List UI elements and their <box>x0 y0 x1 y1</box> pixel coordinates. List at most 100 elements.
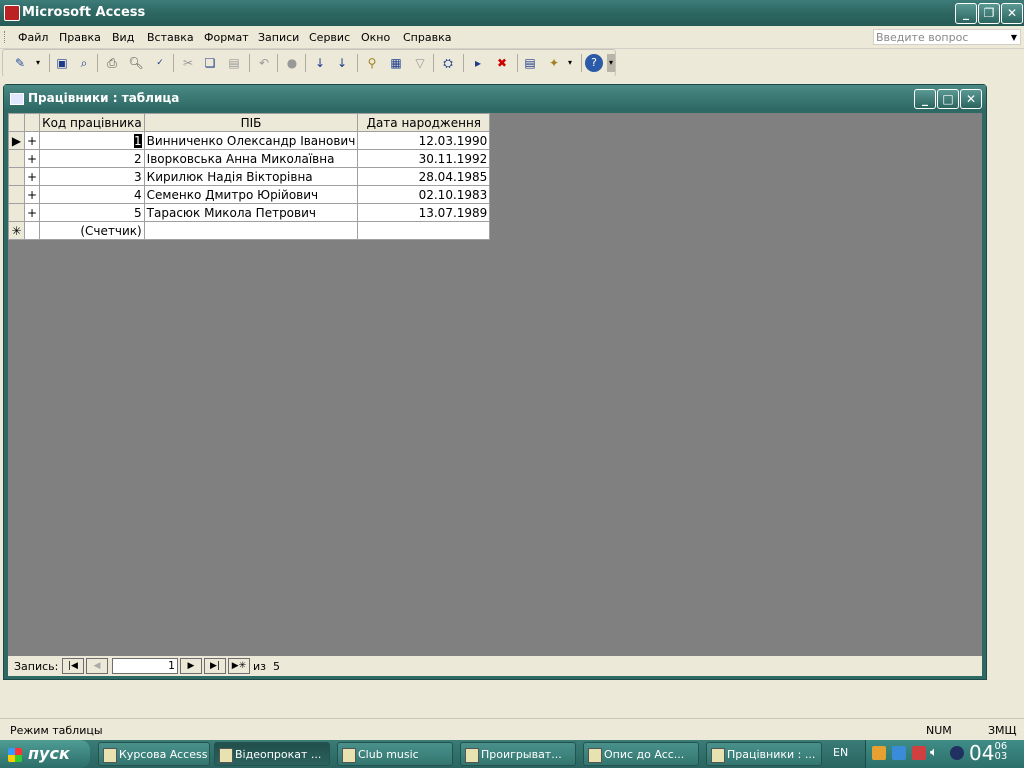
child-close-button[interactable]: ✕ <box>960 89 982 109</box>
search-file-icon[interactable]: ⌕ <box>75 54 93 72</box>
taskbar-item-opys[interactable]: Опис до Acc... <box>583 742 699 766</box>
view-dropdown-icon[interactable]: ▾ <box>29 54 47 72</box>
table-row[interactable]: + 4 Семенко Дмитро Юрійович 02.10.1983 <box>8 185 491 204</box>
new-dob-cell[interactable] <box>357 221 491 240</box>
chevron-down-icon[interactable]: ▼ <box>1011 30 1017 46</box>
undo-icon[interactable]: ↶ <box>255 54 273 72</box>
current-record-icon[interactable]: ▶ <box>8 131 25 150</box>
tray-media-icon[interactable] <box>950 746 964 760</box>
first-record-button[interactable]: |◀ <box>62 658 84 674</box>
taskbar-item-pratsivnyky[interactable]: Працівники : ... <box>706 742 822 766</box>
select-all-cell[interactable] <box>8 113 25 132</box>
menu-edit[interactable]: Правка <box>59 31 101 44</box>
sort-ascending-icon[interactable]: ↓ <box>311 54 329 72</box>
start-button[interactable]: пуск <box>0 740 90 768</box>
filter-by-selection-icon[interactable]: ⚲ <box>363 54 381 72</box>
taskbar-item-player[interactable]: Проигрыват... <box>460 742 576 766</box>
menu-help[interactable]: Справка <box>403 31 451 44</box>
print-icon[interactable]: ⎙ <box>103 54 121 72</box>
sort-descending-icon[interactable]: ↓ <box>333 54 351 72</box>
restore-button[interactable]: ❐ <box>978 3 1000 24</box>
toolbar-options-icon[interactable]: ▾ <box>607 54 615 72</box>
expand-icon[interactable]: + <box>23 131 41 150</box>
clock[interactable]: 0406 03 <box>969 741 1007 765</box>
cell-id[interactable]: 2 <box>39 149 145 168</box>
view-design-icon[interactable]: ✎ <box>11 54 29 72</box>
record-selector[interactable] <box>8 149 25 168</box>
table-row[interactable]: ▶ + 1 Винниченко Олександр Іванович 12.0… <box>8 131 491 150</box>
find-icon[interactable]: ⛭ <box>439 54 457 72</box>
cell-name[interactable]: Семенко Дмитро Юрійович <box>143 185 359 204</box>
ask-question-input[interactable]: Введите вопрос ▼ <box>873 29 1021 45</box>
cell-id[interactable]: 3 <box>39 167 145 186</box>
column-header-id[interactable]: Код працівника <box>39 113 145 132</box>
expand-icon[interactable]: + <box>23 203 41 222</box>
new-id-placeholder[interactable]: (Счетчик) <box>39 221 145 240</box>
menu-window[interactable]: Окно <box>361 31 390 44</box>
print-preview-icon[interactable]: 🔍︎ <box>127 54 145 72</box>
paste-icon[interactable]: ▤ <box>225 54 243 72</box>
record-selector[interactable] <box>8 167 25 186</box>
table-row[interactable]: + 3 Кирилюк Надія Вікторівна 28.04.1985 <box>8 167 491 186</box>
minimize-button[interactable]: _ <box>955 3 977 24</box>
cell-name[interactable]: Винниченко Олександр Іванович <box>143 131 359 150</box>
last-record-button[interactable]: ▶| <box>204 658 226 674</box>
tray-network-icon[interactable] <box>892 746 906 760</box>
taskbar-item-club-music[interactable]: Club music <box>337 742 453 766</box>
next-record-button[interactable]: ▶ <box>180 658 202 674</box>
tray-security-icon[interactable] <box>912 746 926 760</box>
table-row[interactable]: + 2 Іворковська Анна Миколаївна 30.11.19… <box>8 149 491 168</box>
expand-icon[interactable]: + <box>23 149 41 168</box>
previous-record-button[interactable]: ◀ <box>86 658 108 674</box>
table-window-titlebar[interactable]: Працівники : таблица _ □ ✕ <box>4 85 986 111</box>
expand-icon[interactable]: + <box>23 167 41 186</box>
record-selector[interactable] <box>8 185 25 204</box>
cell-id[interactable]: 1 <box>39 131 145 150</box>
database-window-icon[interactable]: ▤ <box>521 54 539 72</box>
child-maximize-button[interactable]: □ <box>937 89 959 109</box>
child-minimize-button[interactable]: _ <box>914 89 936 109</box>
table-row[interactable]: + 5 Тарасюк Микола Петрович 13.07.1989 <box>8 203 491 222</box>
column-header-dob[interactable]: Дата народження <box>357 113 491 132</box>
cell-dob[interactable]: 30.11.1992 <box>357 149 491 168</box>
filter-by-form-icon[interactable]: ▦ <box>387 54 405 72</box>
cell-name[interactable]: Тарасюк Микола Петрович <box>143 203 359 222</box>
menu-tools[interactable]: Сервис <box>309 31 350 44</box>
taskbar-item-videoprokat[interactable]: Відеопрокат ... <box>214 742 330 766</box>
copy-icon[interactable]: ❏ <box>201 54 219 72</box>
spelling-icon[interactable]: ✓ <box>151 54 169 72</box>
language-indicator[interactable]: EN <box>833 746 848 759</box>
help-icon[interactable]: ? <box>585 54 603 72</box>
apply-filter-icon[interactable]: ▽ <box>411 54 429 72</box>
cell-dob[interactable]: 12.03.1990 <box>357 131 491 150</box>
menu-grip[interactable] <box>4 31 8 43</box>
record-selector[interactable] <box>8 203 25 222</box>
close-button[interactable]: ✕ <box>1001 3 1023 24</box>
cell-dob[interactable]: 13.07.1989 <box>357 203 491 222</box>
cell-dob[interactable]: 28.04.1985 <box>357 167 491 186</box>
menu-insert[interactable]: Вставка <box>147 31 194 44</box>
cell-dob[interactable]: 02.10.1983 <box>357 185 491 204</box>
volume-icon[interactable]: 🔈︎ <box>930 745 938 760</box>
cell-name[interactable]: Кирилюк Надія Вікторівна <box>143 167 359 186</box>
menu-records[interactable]: Записи <box>258 31 299 44</box>
current-record-input[interactable]: 1 <box>112 658 178 674</box>
expand-icon[interactable]: + <box>23 185 41 204</box>
cell-id[interactable]: 5 <box>39 203 145 222</box>
access-app-icon[interactable] <box>4 5 20 21</box>
column-header-name[interactable]: ПІБ <box>143 113 359 132</box>
menu-format[interactable]: Формат <box>204 31 249 44</box>
save-icon[interactable]: ▣ <box>53 54 71 72</box>
menu-file[interactable]: Файл <box>18 31 48 44</box>
new-object-dropdown-icon[interactable]: ▾ <box>561 54 579 72</box>
cut-icon[interactable]: ✂ <box>179 54 197 72</box>
cell-name[interactable]: Іворковська Анна Миколаївна <box>143 149 359 168</box>
new-name-cell[interactable] <box>143 221 359 240</box>
cell-id[interactable]: 4 <box>39 185 145 204</box>
menu-view[interactable]: Вид <box>112 31 134 44</box>
hyperlink-icon[interactable]: ● <box>283 54 301 72</box>
new-record-icon[interactable]: ✳ <box>8 221 25 240</box>
new-record-nav-button[interactable]: ▶✳ <box>228 658 250 674</box>
taskbar-item-kursova[interactable]: Курсова Access <box>98 742 210 766</box>
delete-record-icon[interactable]: ✖ <box>493 54 511 72</box>
